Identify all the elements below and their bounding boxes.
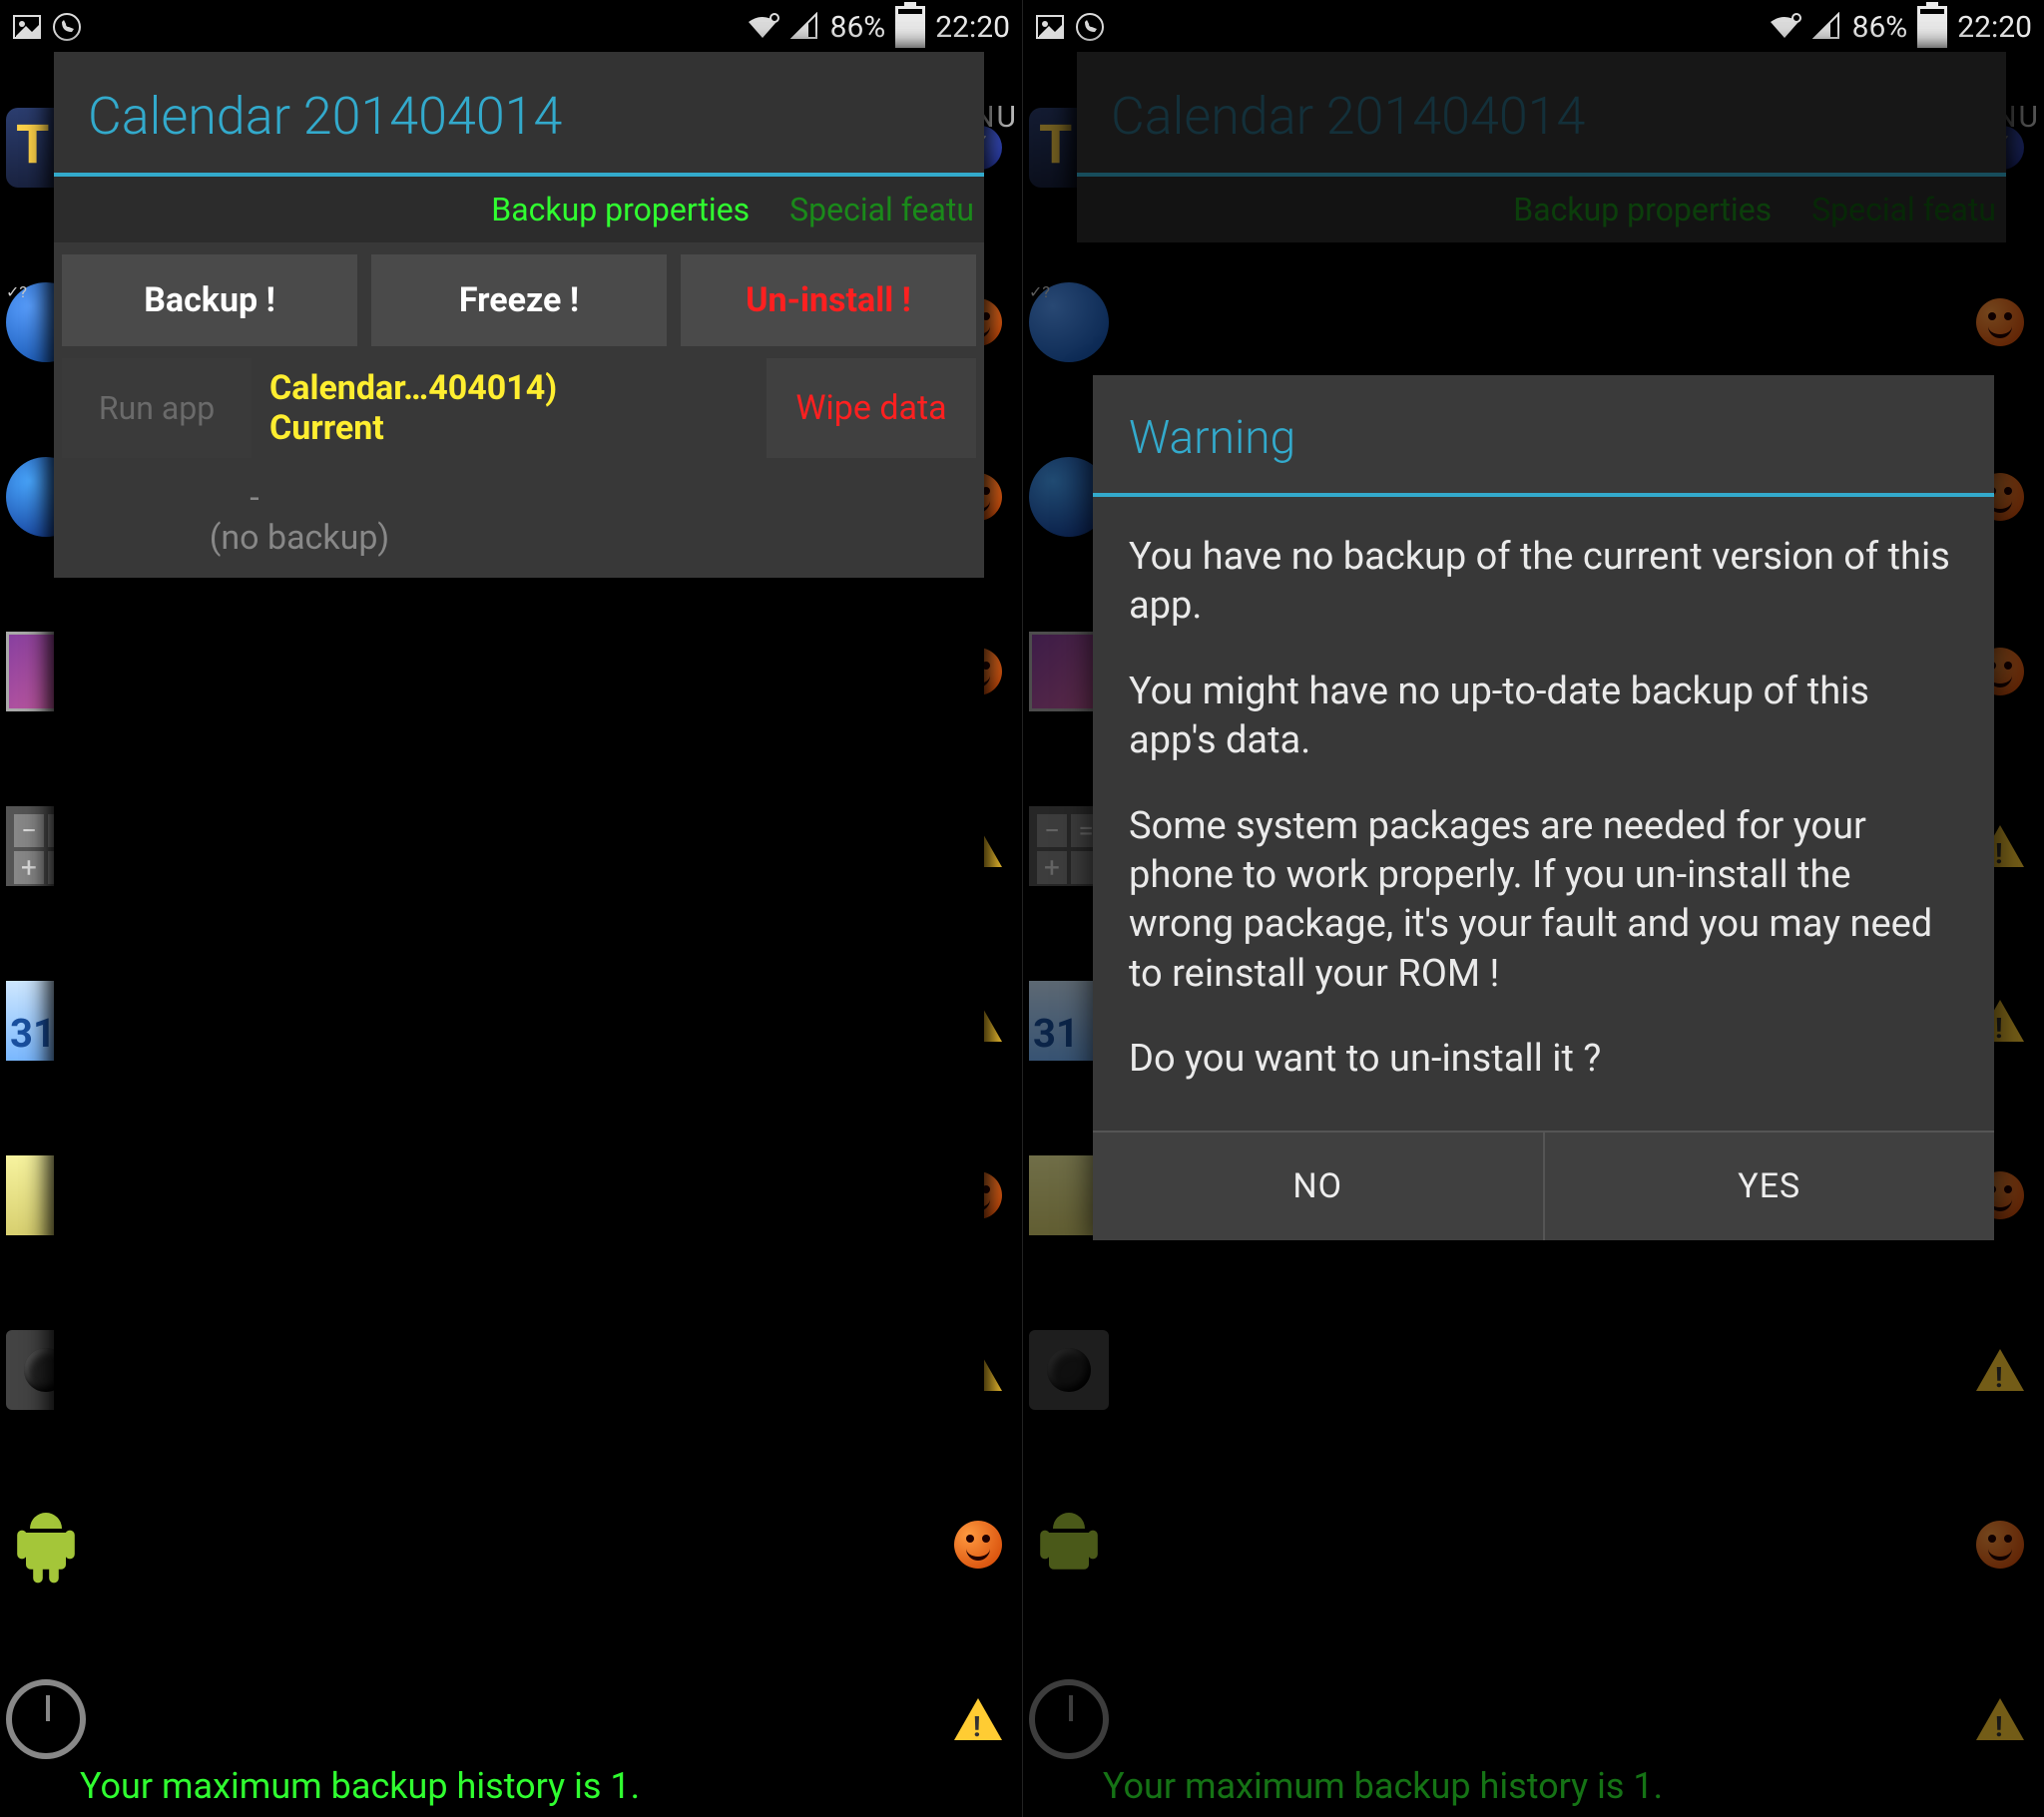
tab-special-features[interactable]: Special featu (789, 191, 974, 228)
screen-left: 86% 22:20 NU −=+ 31 Your maximum backup … (0, 0, 1022, 1817)
battery-icon (895, 6, 925, 48)
clock-text: 22:20 (935, 10, 1010, 45)
clock-text: 22:20 (1957, 10, 2032, 45)
phone-icon (1075, 12, 1105, 42)
app-icon (6, 1505, 86, 1585)
battery-icon (1917, 6, 1947, 48)
battery-text: 86% (1852, 10, 1908, 45)
phone-icon (52, 12, 82, 42)
warning-body: You have no backup of the current versio… (1093, 497, 1994, 1131)
status-bar: 86% 22:20 (1023, 0, 2044, 50)
wifi-icon (1767, 12, 1802, 42)
version-line2: Current (269, 408, 749, 448)
warning-text-4: Do you want to un-install it ? (1129, 1035, 1958, 1084)
status-warn-icon (954, 1698, 1002, 1740)
modal-tabs: Backup properties Special featu (54, 177, 984, 242)
modal-title: Calendar 201404014 (54, 52, 984, 173)
current-version-label: Calendar…404014) Current (265, 358, 753, 458)
no-button[interactable]: NO (1093, 1133, 1543, 1240)
no-backup-area: - (no backup) (54, 470, 984, 578)
status-smile-icon (954, 1521, 1002, 1569)
warning-text-3: Some system packages are needed for your… (1129, 802, 1958, 1000)
wifi-icon (745, 12, 780, 42)
battery-text: 86% (830, 10, 886, 45)
version-line1: Calendar…404014) (269, 368, 749, 408)
warning-dialog: Warning You have no backup of the curren… (1093, 375, 1994, 1240)
backup-button[interactable]: Backup ! (62, 254, 357, 346)
app-icon (6, 1679, 86, 1759)
freeze-button[interactable]: Freeze ! (371, 254, 667, 346)
image-icon (1035, 12, 1065, 42)
wipe-data-button[interactable]: Wipe data (766, 358, 976, 458)
screen-right: 86% 22:20 NU −=+ 31 Your maximum backup … (1022, 0, 2044, 1817)
no-backup-label: (no backup) (0, 518, 984, 558)
footer-text: Your maximum backup history is 1. (80, 1765, 640, 1807)
uninstall-button[interactable]: Un-install ! (681, 254, 976, 346)
signal-icon (1812, 12, 1842, 42)
warning-text-2: You might have no up-to-date backup of t… (1129, 668, 1958, 766)
run-app-button[interactable]: Run app (62, 358, 252, 458)
tab-backup-properties[interactable]: Backup properties (491, 191, 750, 228)
backup-properties-modal: Calendar 201404014 Backup properties Spe… (54, 52, 984, 1476)
warning-buttons: NO YES (1093, 1131, 1994, 1240)
yes-button[interactable]: YES (1543, 1133, 1995, 1240)
status-bar: 86% 22:20 (0, 0, 1022, 50)
signal-icon (790, 12, 820, 42)
warning-text-1: You have no backup of the current versio… (1129, 533, 1958, 632)
warning-title: Warning (1093, 375, 1994, 493)
image-icon (12, 12, 42, 42)
